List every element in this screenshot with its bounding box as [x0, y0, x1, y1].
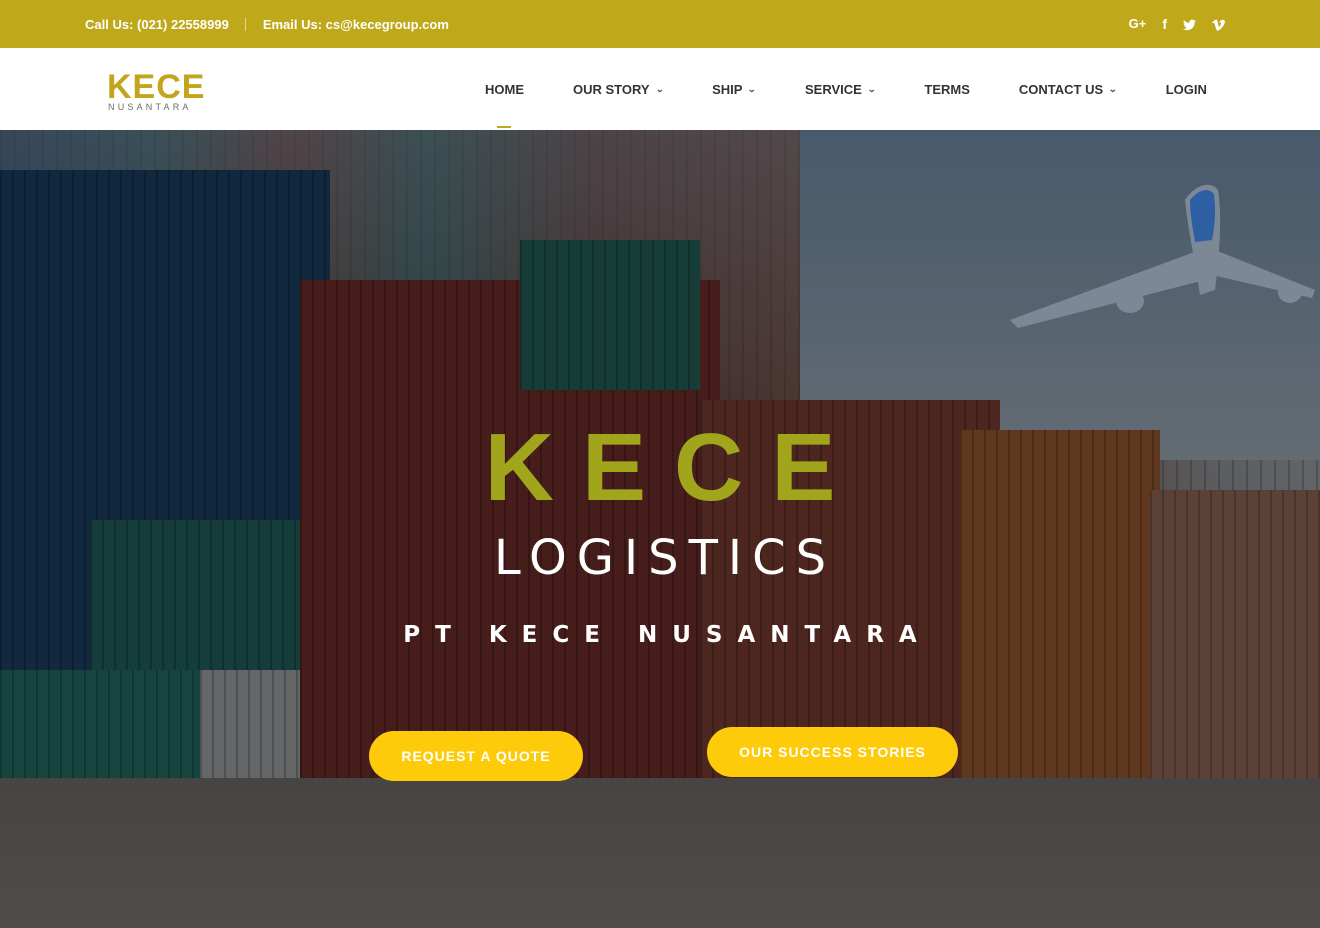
top-bar: Call Us: (021) 22558999 Email Us: cs@kec… — [0, 0, 1320, 48]
email-text[interactable]: Email Us: cs@kecegroup.com — [263, 17, 449, 32]
contact-info: Call Us: (021) 22558999 Email Us: cs@kec… — [85, 17, 449, 32]
nav-menu: HOME OUR STORY ⌄ SHIP ⌄ SERVICE ⌄ TERMS … — [485, 48, 1207, 130]
kece-logo[interactable]: KECE NUSANTARA — [107, 70, 217, 120]
nav-item-ship[interactable]: SHIP ⌄ — [712, 48, 757, 130]
logo-wordmark: KECE — [107, 68, 206, 106]
nav-item-service[interactable]: SERVICE ⌄ — [805, 48, 877, 130]
chevron-down-icon: ⌄ — [654, 83, 664, 94]
nav-item-login[interactable]: LOGIN — [1166, 48, 1207, 130]
vimeo-icon[interactable] — [1212, 14, 1225, 34]
hero-title: KECE — [484, 414, 864, 521]
divider — [244, 18, 246, 31]
nav-item-home[interactable]: HOME — [485, 48, 524, 130]
airplane-graphic — [1010, 184, 1315, 328]
main-navbar: KECE NUSANTARA HOME OUR STORY ⌄ SHIP ⌄ S… — [0, 48, 1320, 130]
chevron-down-icon: ⌄ — [867, 83, 877, 94]
nav-item-label: CONTACT US — [1018, 81, 1104, 97]
chevron-down-icon: ⌄ — [747, 83, 757, 94]
facebook-icon[interactable]: f — [1162, 14, 1167, 34]
nav-item-label: OUR STORY — [573, 81, 650, 97]
hero-company-name: PT KECE NUSANTARA — [403, 622, 932, 648]
hero-section: KECE LOGISTICS PT KECE NUSANTARA REQUEST… — [0, 130, 1320, 928]
nav-item-label: HOME — [485, 81, 524, 97]
nav-item-contact-us[interactable]: CONTACT US ⌄ — [1018, 48, 1118, 130]
nav-item-our-story[interactable]: OUR STORY ⌄ — [573, 48, 664, 130]
nav-item-label: SERVICE — [805, 81, 862, 97]
hero-subtitle: LOGISTICS — [493, 530, 837, 586]
google-plus-icon[interactable]: G+ — [1129, 14, 1147, 34]
phone-text[interactable]: Call Us: (021) 22558999 — [85, 17, 229, 32]
request-quote-button[interactable]: REQUEST A QUOTE — [369, 731, 583, 781]
chevron-down-icon: ⌄ — [1108, 83, 1118, 94]
success-stories-button[interactable]: OUR SUCCESS STORIES — [707, 727, 958, 777]
nav-item-label: LOGIN — [1165, 81, 1207, 97]
nav-item-label: TERMS — [924, 81, 970, 97]
twitter-icon[interactable] — [1183, 14, 1196, 34]
social-links: G+ f — [1129, 14, 1225, 34]
nav-item-terms[interactable]: TERMS — [924, 48, 970, 130]
nav-item-label: SHIP — [712, 81, 743, 97]
